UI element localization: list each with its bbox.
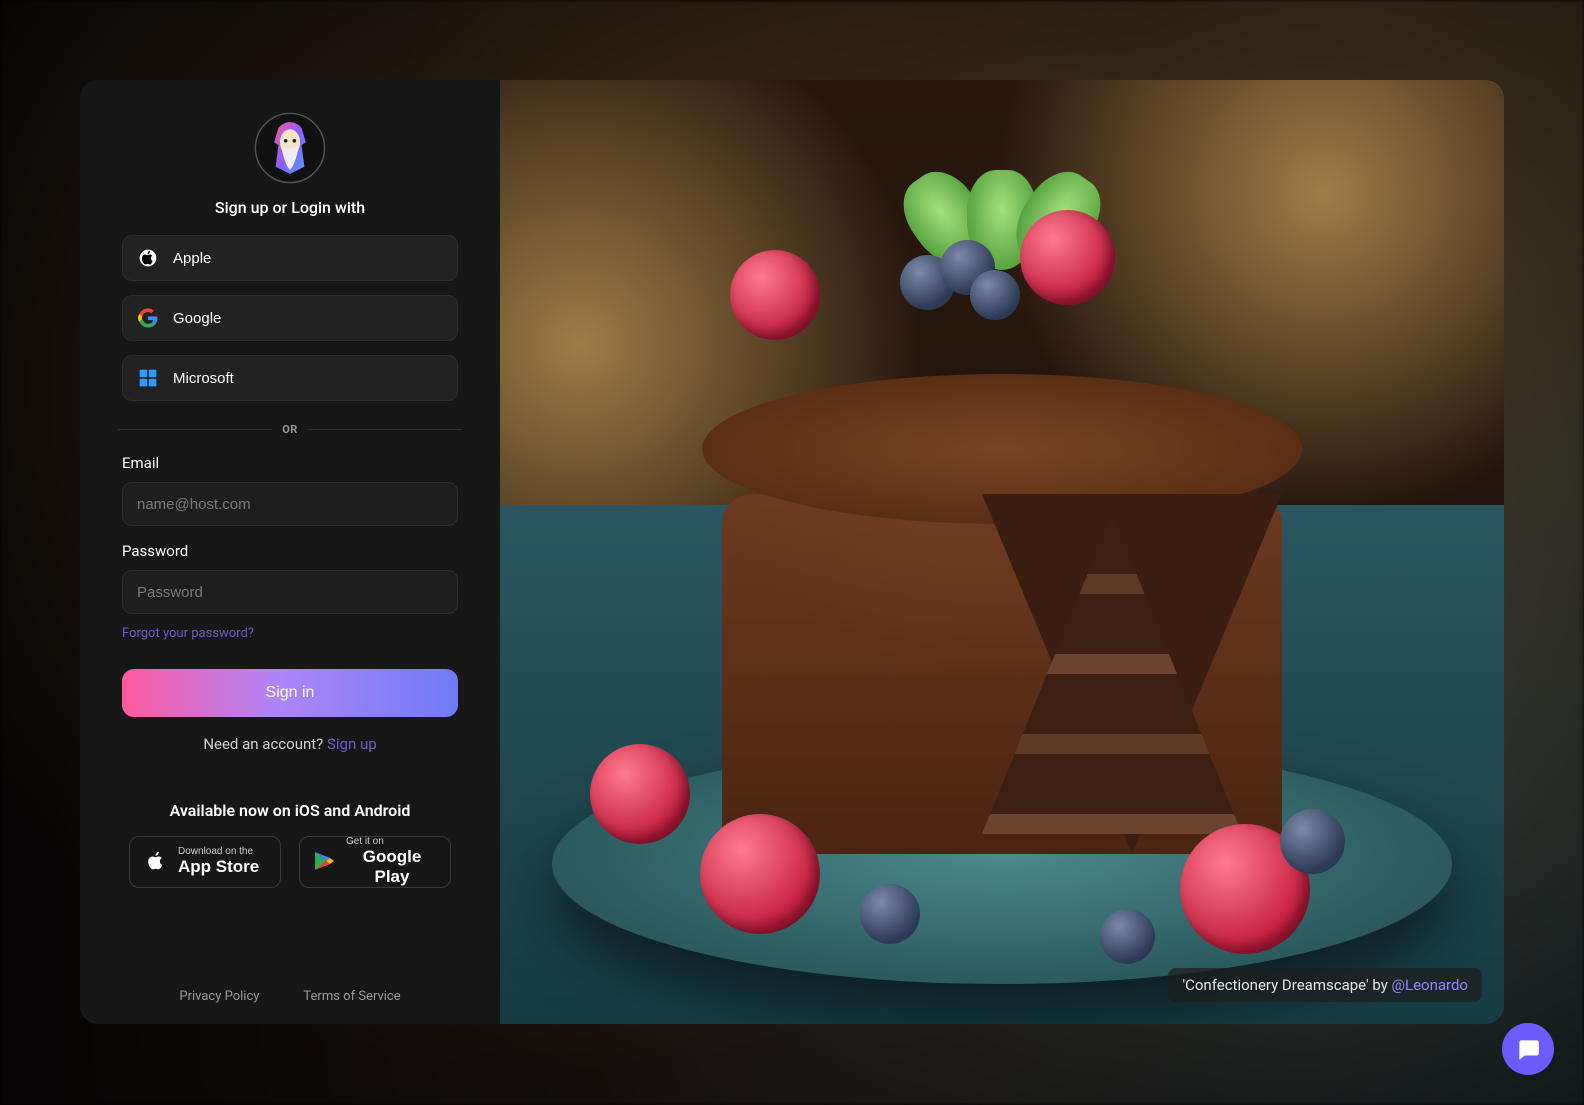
artwork-caption: 'Confectionery Dreamscape' by @Leonardo [1168,968,1482,1002]
signup-link[interactable]: Sign up [327,735,377,753]
or-label: OR [282,423,298,436]
apple-store-icon [142,848,168,877]
caption-title: 'Confectionery Dreamscape' by [1182,976,1391,994]
appstore-small: Download on the [178,847,253,857]
support-chat-button[interactable] [1502,1023,1554,1075]
google-label: Google [173,310,221,327]
auth-card: Sign up or Login with Apple Google Micro… [80,80,1504,1024]
apple-icon [137,247,159,269]
forgot-password-link[interactable]: Forgot your password? [122,626,458,641]
google-icon [137,307,159,329]
chat-icon [1515,1036,1541,1062]
divider-line [118,429,272,430]
wizard-logo-icon [254,112,326,184]
cake-scene [500,80,1504,1024]
or-divider: OR [108,423,472,436]
credentials-form: Email Password Forgot your password? Sig… [108,454,472,753]
email-label: Email [122,454,458,472]
apple-label: Apple [173,250,211,267]
brand-logo [254,112,326,184]
email-field[interactable] [122,482,458,526]
microsoft-signin-button[interactable]: Microsoft [122,355,458,401]
apple-signin-button[interactable]: Apple [122,235,458,281]
play-big: Google Play [346,847,438,888]
mobile-availability-headline: Available now on iOS and Android [170,801,411,820]
appstore-button[interactable]: Download on the App Store [129,836,281,888]
password-label: Password [122,542,458,560]
app-store-links: Download on the App Store Get it on Goog… [129,836,451,888]
need-account-prefix: Need an account? [203,735,327,753]
google-play-icon [312,849,336,876]
legal-footer: Privacy Policy Terms of Service [179,989,400,1004]
oauth-providers: Apple Google Microsoft [108,235,472,401]
signup-login-subtitle: Sign up or Login with [215,198,365,217]
privacy-policy-link[interactable]: Privacy Policy [179,989,259,1004]
divider-line [308,429,462,430]
googleplay-button[interactable]: Get it on Google Play [299,836,451,888]
need-account-text: Need an account? Sign up [203,735,376,753]
microsoft-label: Microsoft [173,370,234,387]
signin-button[interactable]: Sign in [122,669,458,717]
login-panel: Sign up or Login with Apple Google Micro… [80,80,500,1024]
terms-of-service-link[interactable]: Terms of Service [303,989,400,1004]
password-field[interactable] [122,570,458,614]
microsoft-icon [137,367,159,389]
play-small: Get it on [346,837,384,847]
google-signin-button[interactable]: Google [122,295,458,341]
artwork-panel: 'Confectionery Dreamscape' by @Leonardo [500,80,1504,1024]
appstore-big: App Store [178,857,259,877]
caption-author: @Leonardo [1392,976,1468,994]
